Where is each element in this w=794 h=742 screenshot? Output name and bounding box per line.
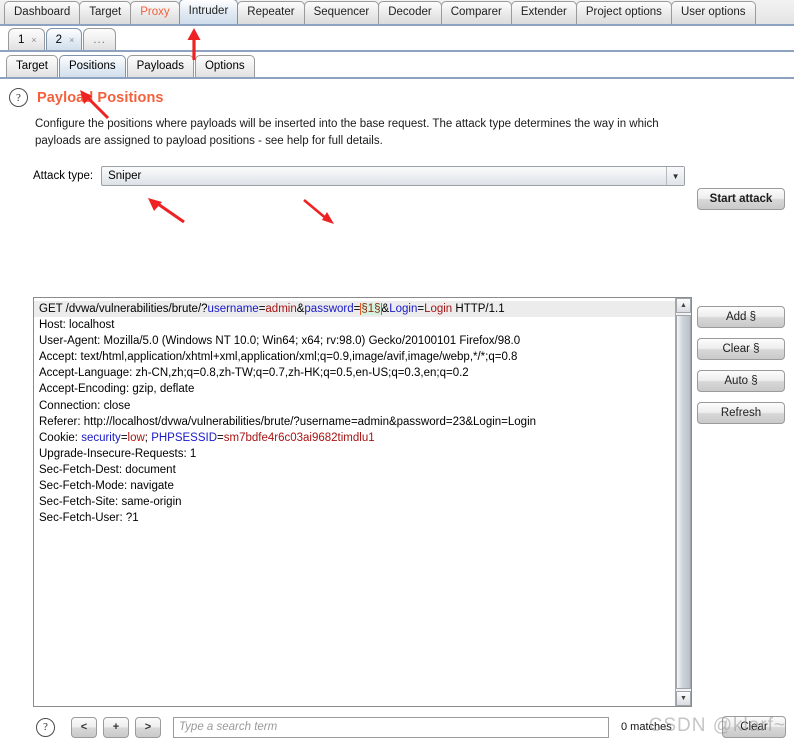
main-tab-intruder[interactable]: Intruder [178,0,239,24]
request-token: = [120,431,128,444]
request-token: Sec-Fetch-Site: same-origin [39,496,182,509]
request-token: username [207,303,259,315]
intruder-sub-tab-bar: Target Positions Payloads Options [0,52,794,79]
main-tab-target[interactable]: Target [79,1,132,24]
clear-search-button[interactable]: Clear [722,716,786,738]
scroll-thumb[interactable] [676,315,691,689]
request-line: Sec-Fetch-Dest: document [39,462,675,478]
panel-description: Configure the positions where payloads w… [35,118,659,147]
request-editor[interactable]: GET /dvwa/vulnerabilities/brute/?usernam… [33,297,692,707]
request-token: GET /dvwa/vulnerabilities/brute/? [39,303,208,315]
search-next-button[interactable]: > [135,716,161,738]
main-tab-sequencer[interactable]: Sequencer [303,1,380,24]
request-line: Accept-Language: zh-CN,zh;q=0.8,zh-TW;q=… [39,365,675,381]
page-title: Payload Positions [37,89,164,106]
request-token: Sec-Fetch-Dest: document [39,463,176,476]
request-token: = [217,431,224,444]
request-token: Sec-Fetch-User: ?1 [39,512,139,525]
request-line: Host: localhost [39,317,675,333]
attack-tab-bar: 1 × 2 ×... [0,26,794,52]
main-tab-project-options[interactable]: Project options [575,1,672,24]
scroll-track[interactable] [676,313,691,691]
main-tab-user-options[interactable]: User options [670,1,756,24]
request-token: HTTP/1.1 [452,303,505,315]
attack-tab-1[interactable]: 1 × [8,28,45,50]
request-line: GET /dvwa/vulnerabilities/brute/?usernam… [34,301,675,318]
search-help-icon[interactable]: ? [36,717,55,737]
request-token: Upgrade-Insecure-Requests: 1 [39,447,197,460]
request-token: low [127,431,145,444]
editor-vertical-scrollbar[interactable]: ▲ ▼ [675,298,691,706]
request-token: admin [265,303,297,315]
request-line: Accept: text/html,application/xhtml+xml,… [39,349,675,365]
annotation-arrow-attack-type [148,198,185,224]
request-line: Sec-Fetch-Mode: navigate [39,478,675,494]
attack-tab-label: 2 [55,33,63,46]
request-token: password [304,303,354,315]
new-attack-tab-button[interactable]: ... [83,28,116,50]
positions-panel: ? Payload Positions Configure the positi… [0,79,794,738]
request-line: Sec-Fetch-Site: same-origin [39,494,675,510]
payload-marker[interactable]: §1§ [360,303,382,315]
panel-title-row: ? Payload Positions [0,79,794,107]
main-tab-proxy[interactable]: Proxy [130,1,180,24]
main-tab-comparer[interactable]: Comparer [440,1,512,24]
refresh-button[interactable]: Refresh [697,402,785,424]
request-token: Cookie: [39,431,82,444]
request-token: Referer: http://localhost/dvwa/vulnerabi… [39,415,537,428]
scroll-down-icon[interactable]: ▼ [676,691,691,706]
sub-tab-target[interactable]: Target [6,55,58,77]
request-line: Accept-Encoding: gzip, deflate [39,381,675,397]
request-token: Login [424,303,453,315]
main-tab-bar: Dashboard Target Proxy Intruder Repeater Sequ… [0,0,794,26]
attack-tab-label: 1 [18,33,25,46]
attack-type-row: Attack type: Sniper ▼ [33,166,794,186]
request-line: Sec-Fetch-User: ?1 [39,510,675,526]
request-token: User-Agent: Mozilla/5.0 (Windows NT 10.0… [39,335,521,348]
request-token: security [81,431,121,444]
attack-type-select[interactable]: Sniper ▼ [101,166,686,186]
request-line: Upgrade-Insecure-Requests: 1 [39,446,675,462]
request-token: Host: localhost [39,319,115,332]
auto-markers-button[interactable]: Auto § [697,370,785,392]
request-line: Cookie: security=low; PHPSESSID=sm7bdfe4… [39,430,675,446]
request-token: Accept-Language: zh-CN,zh;q=0.8,zh-TW;q=… [39,367,469,380]
request-token: PHPSESSID [151,431,218,444]
search-add-button[interactable]: + [103,716,129,738]
search-input[interactable]: Type a search term [173,716,609,738]
sub-tab-options[interactable]: Options [194,55,255,77]
main-tab-decoder[interactable]: Decoder [378,1,442,24]
request-token: Connection: close [39,399,131,412]
request-line: User-Agent: Mozilla/5.0 (Windows NT 10.0… [39,333,675,349]
help-icon[interactable]: ? [9,88,28,107]
request-token: Login [389,303,418,315]
scroll-up-icon[interactable]: ▲ [676,298,691,313]
chevron-down-icon[interactable]: ▼ [666,167,685,185]
add-marker-button[interactable]: Add § [697,306,785,328]
request-text[interactable]: GET /dvwa/vulnerabilities/brute/?usernam… [34,298,675,706]
attack-tab-2[interactable]: 2 × [45,28,83,50]
match-count: 0 matches [621,721,672,733]
search-prev-button[interactable]: < [71,716,97,738]
payload-position-buttons: Add § Clear § Auto § Refresh [697,306,785,434]
request-line: Referer: http://localhost/dvwa/vulnerabi… [39,414,675,430]
close-icon[interactable]: × [31,30,36,50]
annotation-arrow-marker [303,199,334,224]
clear-markers-button[interactable]: Clear § [697,338,785,360]
request-token: Sec-Fetch-Mode: navigate [39,480,174,493]
start-attack-button[interactable]: Start attack [697,188,785,210]
attack-type-label: Attack type: [33,170,94,182]
request-token: Accept-Encoding: gzip, deflate [39,383,195,396]
attack-type-value: Sniper [108,170,142,182]
main-tab-repeater[interactable]: Repeater [237,1,305,24]
search-bar: ? < + > Type a search term 0 matches Cle… [0,712,794,742]
close-icon[interactable]: × [69,30,74,50]
main-tab-dashboard[interactable]: Dashboard [4,1,81,24]
request-token: sm7bdfe4r6c03ai9682timdlu1 [223,431,375,444]
sub-tab-payloads[interactable]: Payloads [126,55,194,77]
main-tab-extender[interactable]: Extender [510,1,577,24]
request-token: Accept: text/html,application/xhtml+xml,… [39,351,518,364]
sub-tab-positions[interactable]: Positions [58,55,126,77]
request-line: Connection: close [39,398,675,414]
